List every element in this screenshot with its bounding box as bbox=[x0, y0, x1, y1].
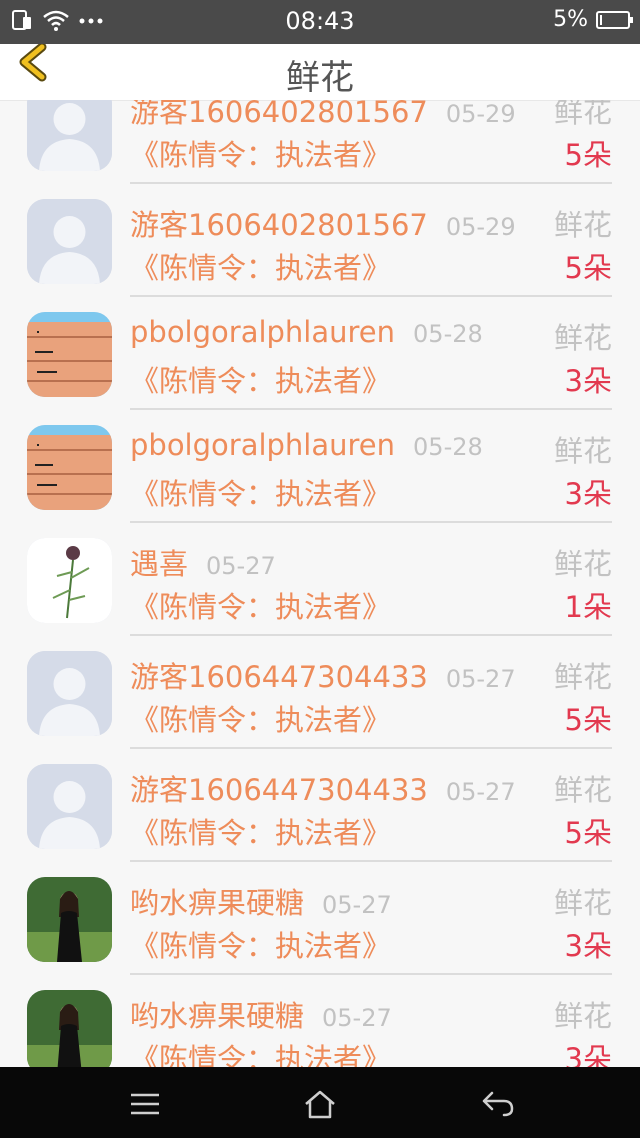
user-name[interactable]: 遇喜 bbox=[130, 541, 188, 583]
user-name[interactable]: 游客1606447304433 bbox=[130, 767, 428, 809]
work-title[interactable]: 《陈情令：执法者》 bbox=[130, 923, 391, 965]
home-button[interactable] bbox=[300, 1087, 340, 1121]
gift-date: 05-27 bbox=[322, 1004, 392, 1032]
work-title[interactable]: 《陈情令：执法者》 bbox=[130, 245, 391, 287]
battery-icon bbox=[596, 10, 633, 29]
list-item[interactable]: 游客1606447304433 05-27 鲜花《陈情令：执法者》 5朵 bbox=[0, 749, 640, 862]
gift-date: 05-27 bbox=[206, 552, 276, 580]
gift-date: 05-29 bbox=[445, 100, 516, 128]
avatar[interactable] bbox=[27, 990, 112, 1067]
gift-date: 05-28 bbox=[413, 320, 483, 348]
user-name[interactable]: 哟水痹果硬糖 bbox=[130, 880, 304, 922]
gift-quantity: 1朵 bbox=[564, 590, 612, 624]
gift-type: 鲜花 bbox=[553, 773, 612, 807]
home-icon bbox=[305, 1090, 335, 1119]
avatar[interactable] bbox=[27, 651, 112, 736]
list-item[interactable]: 哟水痹果硬糖 05-27 鲜花《陈情令：执法者》 3朵 bbox=[0, 862, 640, 975]
gift-quantity: 3朵 bbox=[564, 364, 612, 398]
user-name[interactable]: 游客1606402801567 bbox=[130, 100, 428, 131]
user-name[interactable]: 哟水痹果硬糖 bbox=[130, 993, 304, 1035]
work-title[interactable]: 《陈情令：执法者》 bbox=[130, 132, 391, 174]
gift-date: 05-28 bbox=[413, 433, 483, 461]
gift-date: 05-27 bbox=[445, 665, 516, 693]
avatar[interactable] bbox=[27, 199, 112, 284]
gift-type: 鲜花 bbox=[553, 321, 612, 355]
user-name[interactable]: 游客1606402801567 bbox=[130, 202, 428, 244]
gift-quantity: 3朵 bbox=[564, 1042, 612, 1067]
work-title[interactable]: 《陈情令：执法者》 bbox=[130, 471, 391, 513]
list-item[interactable]: 游客1606402801567 05-29 鲜花《陈情令：执法者》 5朵 bbox=[0, 100, 640, 184]
work-title[interactable]: 《陈情令：执法者》 bbox=[130, 810, 391, 852]
battery-percent: 5% bbox=[553, 7, 588, 32]
gift-type: 鲜花 bbox=[553, 208, 612, 242]
user-name[interactable]: pbolgoralphlauren bbox=[130, 428, 395, 462]
status-time: 08:43 bbox=[285, 7, 355, 35]
gift-date: 05-27 bbox=[445, 778, 516, 806]
gift-quantity: 5朵 bbox=[564, 816, 612, 850]
avatar[interactable] bbox=[27, 538, 112, 623]
status-bar: 08:43 5% bbox=[0, 0, 640, 44]
list-item[interactable]: 遇喜 05-27 鲜花《陈情令：执法者》 1朵 bbox=[0, 523, 640, 636]
page-title: 鲜花 bbox=[286, 58, 354, 98]
back-nav-button[interactable] bbox=[478, 1087, 518, 1121]
work-title[interactable]: 《陈情令：执法者》 bbox=[130, 1036, 391, 1067]
list-item[interactable]: pbolgoralphlauren 05-28 鲜花《陈情令：执法者》 3朵 bbox=[0, 297, 640, 410]
menu-button[interactable] bbox=[125, 1087, 165, 1121]
avatar[interactable] bbox=[27, 764, 112, 849]
gift-quantity: 3朵 bbox=[564, 929, 612, 963]
gift-date: 05-29 bbox=[445, 213, 516, 241]
avatar[interactable] bbox=[27, 312, 112, 397]
user-name[interactable]: pbolgoralphlauren bbox=[130, 315, 395, 349]
system-nav-bar bbox=[0, 1067, 640, 1138]
gift-quantity: 3朵 bbox=[564, 477, 612, 511]
gift-date: 05-27 bbox=[322, 891, 392, 919]
avatar[interactable] bbox=[27, 425, 112, 510]
user-name[interactable]: 游客1606447304433 bbox=[130, 654, 428, 696]
gift-quantity: 5朵 bbox=[564, 251, 612, 285]
work-title[interactable]: 《陈情令：执法者》 bbox=[130, 358, 391, 400]
gift-type: 鲜花 bbox=[553, 660, 612, 694]
gift-type: 鲜花 bbox=[553, 434, 612, 468]
avatar[interactable] bbox=[27, 100, 112, 171]
flower-gift-list[interactable]: 游客1606402801567 05-29 鲜花 《陈情令：执法者》 5朵 游客16064… bbox=[0, 100, 640, 1067]
menu-icon bbox=[131, 1093, 159, 1115]
back-arrow-icon bbox=[482, 1091, 514, 1117]
gift-type: 鲜花 bbox=[553, 999, 612, 1033]
gift-quantity: 5朵 bbox=[564, 703, 612, 737]
gift-quantity: 5朵 bbox=[564, 138, 612, 172]
list-item[interactable]: 游客1606402801567 05-29 鲜花《陈情令：执法者》 5朵 bbox=[0, 184, 640, 297]
list-item[interactable]: 哟水痹果硬糖 05-27 鲜花《陈情令：执法者》 3朵 bbox=[0, 975, 640, 1067]
work-title[interactable]: 《陈情令：执法者》 bbox=[130, 697, 391, 739]
avatar[interactable] bbox=[27, 877, 112, 962]
gift-type: 鲜花 bbox=[553, 100, 612, 129]
status-icons-right: 5% bbox=[553, 7, 633, 32]
gift-type: 鲜花 bbox=[553, 886, 612, 920]
gift-type: 鲜花 bbox=[553, 547, 612, 581]
work-title[interactable]: 《陈情令：执法者》 bbox=[130, 584, 391, 626]
app-header: 鲜花 bbox=[0, 42, 640, 101]
list-item[interactable]: 游客1606447304433 05-27 鲜花《陈情令：执法者》 5朵 bbox=[0, 636, 640, 749]
list-item[interactable]: pbolgoralphlauren 05-28 鲜花《陈情令：执法者》 3朵 bbox=[0, 410, 640, 523]
